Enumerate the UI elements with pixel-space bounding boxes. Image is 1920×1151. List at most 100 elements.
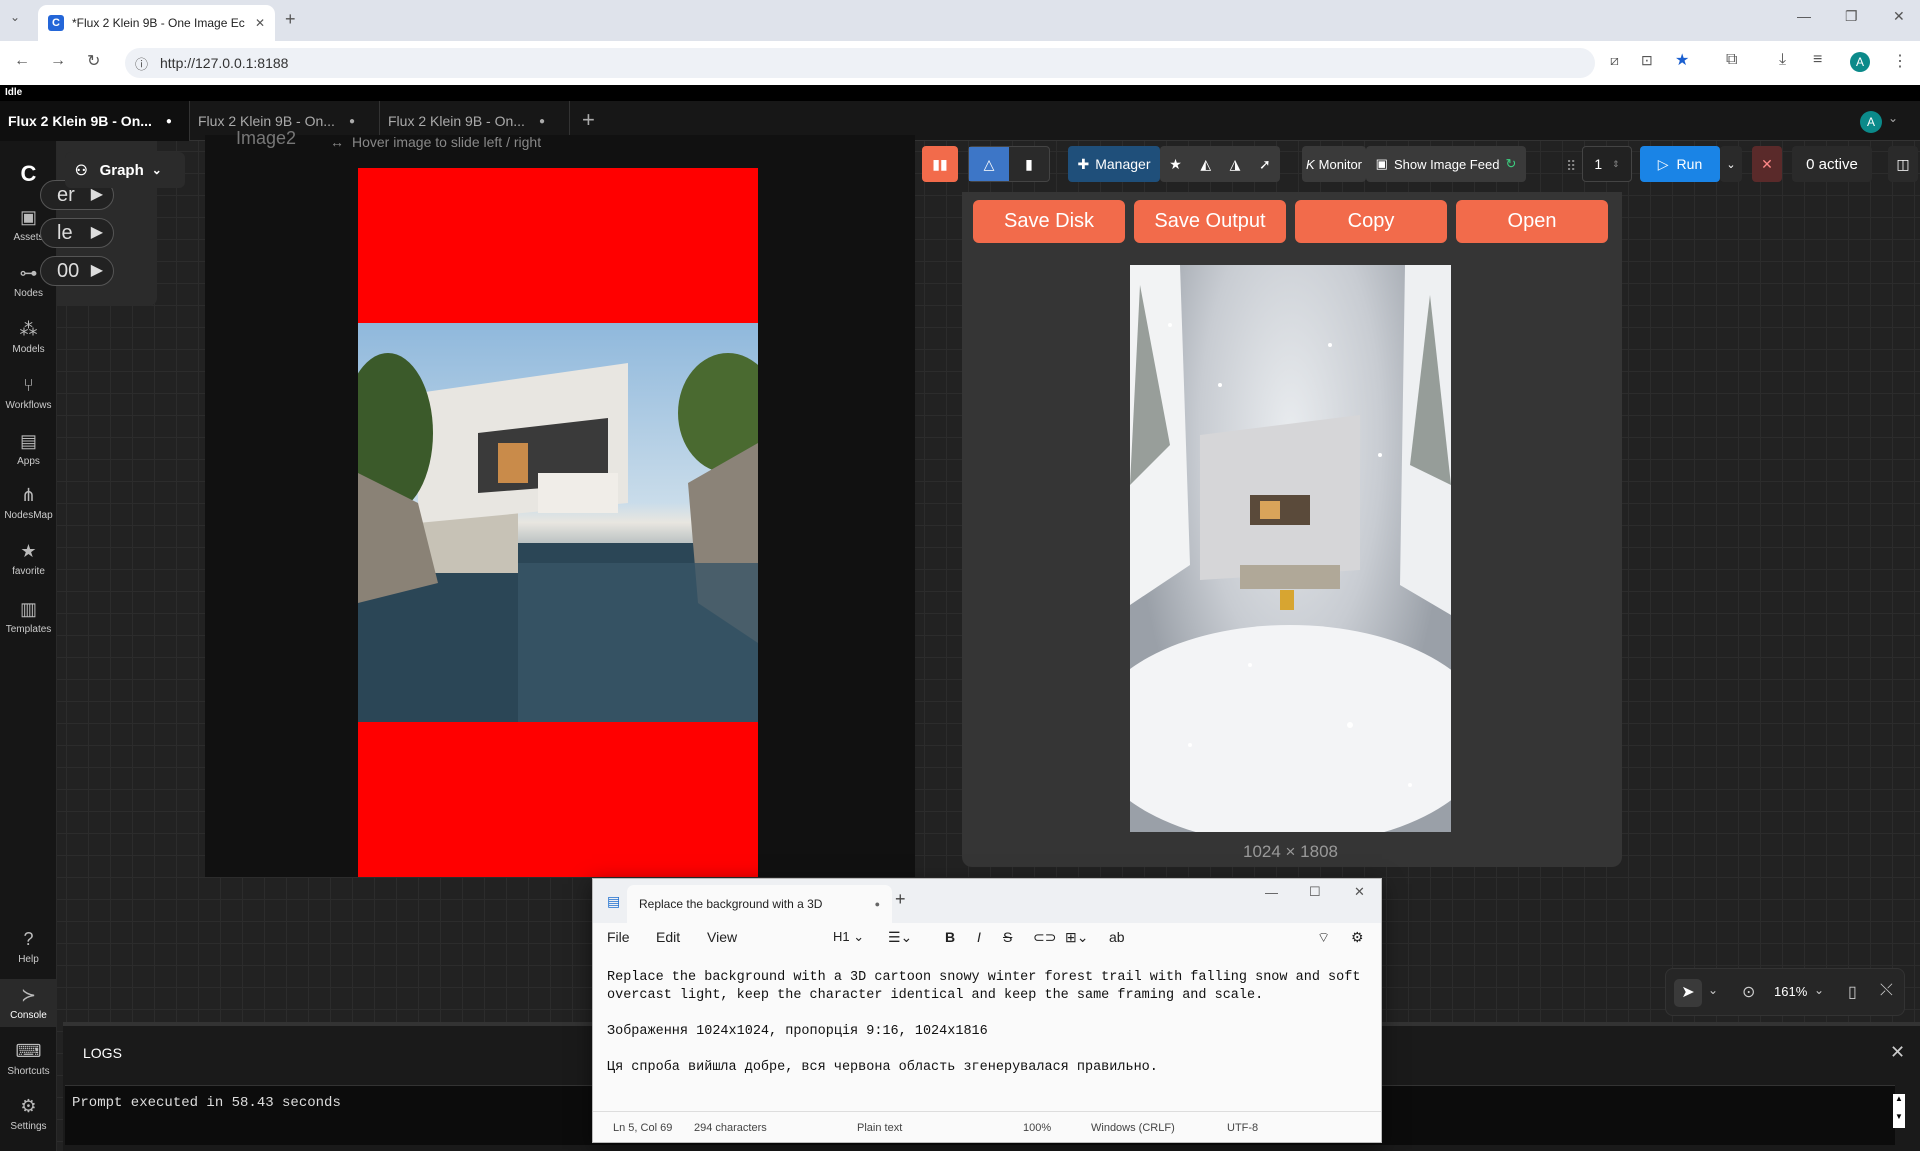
table-icon[interactable]: ⊞⌄ bbox=[1065, 929, 1088, 946]
notepad-tabbar: ▤ Replace the background with a 3D ● + —… bbox=[593, 879, 1381, 923]
logs-title: LOGS bbox=[83, 1045, 122, 1061]
sidebar-item-apps[interactable]: ▤ Apps bbox=[0, 431, 57, 467]
notepad-text-area[interactable]: Replace the background with a 3D cartoon… bbox=[607, 969, 1367, 1077]
close-logs-icon[interactable]: ✕ bbox=[1890, 1042, 1905, 1063]
back-icon[interactable]: ← bbox=[14, 52, 30, 70]
share-icon[interactable]: ➚ bbox=[1259, 156, 1271, 173]
cast-icon[interactable]: ⧄ bbox=[1610, 52, 1619, 69]
play-icon: ▶ bbox=[90, 262, 103, 279]
open-button[interactable]: Open bbox=[1456, 200, 1608, 243]
sidebar-item-shortcuts[interactable]: ⌨ Shortcuts bbox=[0, 1041, 57, 1077]
run-options-chevron-icon[interactable]: ⌄ bbox=[1720, 146, 1742, 182]
sidebar-item-workflows[interactable]: ⑂ Workflows bbox=[0, 375, 57, 411]
sidebar-item-settings[interactable]: ⚙ Settings bbox=[0, 1096, 57, 1132]
sidebar-item-nodesmap[interactable]: ⋔ NodesMap bbox=[0, 485, 57, 521]
drag-handle-icon[interactable]: ⠿ bbox=[1566, 158, 1576, 175]
minimize-icon[interactable]: — bbox=[1797, 8, 1811, 24]
queue-count-input[interactable]: 1 ⇕ bbox=[1582, 146, 1632, 182]
sidebar-item-console[interactable]: ≻ Console bbox=[0, 979, 57, 1027]
zoom-level[interactable]: 100% bbox=[1023, 1122, 1051, 1134]
browser-tab[interactable]: C *Flux 2 Klein 9B - One Image Ec ✕ bbox=[38, 5, 275, 41]
forward-icon[interactable]: → bbox=[50, 52, 66, 70]
media-icon[interactable]: ≡ bbox=[1813, 51, 1822, 69]
site-info-icon[interactable]: ⓘ bbox=[135, 54, 148, 73]
reload-icon[interactable]: ↻ bbox=[87, 51, 100, 71]
address-bar[interactable]: ⓘ http://127.0.0.1:8188 bbox=[125, 48, 1595, 78]
user-avatar[interactable]: A bbox=[1860, 111, 1882, 133]
maximize-icon[interactable]: ☐ bbox=[1309, 884, 1321, 900]
install-icon[interactable]: ⊡ bbox=[1641, 52, 1653, 69]
sidebar-item-help[interactable]: ? Help bbox=[0, 929, 57, 965]
manager-tools: ★ ◭ ◮ ➚ bbox=[1160, 146, 1280, 182]
close-tab-icon[interactable]: ✕ bbox=[255, 16, 265, 30]
save-disk-button[interactable]: Save Disk bbox=[973, 200, 1125, 243]
minimap-icon[interactable]: ▯ bbox=[1848, 982, 1857, 1002]
comfy-menu-button[interactable]: ▮▮ bbox=[922, 146, 958, 182]
download-icon[interactable]: ⤓ bbox=[1779, 51, 1786, 69]
list-icon[interactable]: ☰⌄ bbox=[888, 929, 912, 946]
copy-button[interactable]: Copy bbox=[1295, 200, 1447, 243]
active-queue-indicator[interactable]: 0 active bbox=[1792, 146, 1872, 182]
sidebar-item-templates[interactable]: ▥ Templates bbox=[0, 599, 57, 635]
stepper-icon[interactable]: ⇕ bbox=[1612, 159, 1620, 170]
profile-avatar[interactable]: A bbox=[1850, 52, 1870, 72]
log-scrollbar[interactable]: ▲ ▼ bbox=[1893, 1094, 1905, 1128]
bookmark-icon[interactable]: ▮ bbox=[1009, 156, 1049, 173]
generated-image[interactable] bbox=[1130, 265, 1451, 832]
bold-icon[interactable]: B bbox=[945, 929, 955, 945]
new-workflow-icon[interactable]: + bbox=[582, 107, 595, 133]
minimize-icon[interactable]: — bbox=[1265, 885, 1278, 900]
new-tab-icon[interactable]: + bbox=[285, 9, 296, 30]
keyboard-icon: ⌨ bbox=[15, 1041, 42, 1061]
cancel-run-button[interactable]: ✕ bbox=[1752, 146, 1782, 182]
workflow-tab[interactable]: Flux 2 Klein 9B - On... ● bbox=[0, 101, 190, 141]
source-image[interactable] bbox=[358, 323, 758, 722]
heading-select[interactable]: H1 ⌄ bbox=[833, 929, 864, 945]
bookmark-star-icon[interactable]: ★ bbox=[1675, 50, 1689, 70]
italic-icon[interactable]: I bbox=[977, 929, 981, 945]
sidebar-item-favorite[interactable]: ★ favorite bbox=[0, 541, 57, 577]
line-ending[interactable]: Windows (CRLF) bbox=[1091, 1122, 1175, 1134]
strikethrough-icon[interactable]: S bbox=[1003, 929, 1012, 945]
run-button[interactable]: ▷ Run bbox=[1640, 146, 1720, 182]
select-tool-icon[interactable]: ➤ bbox=[1674, 979, 1702, 1007]
window-close-icon[interactable]: ✕ bbox=[1893, 8, 1905, 25]
zoom-chevron-icon[interactable]: ⌄ bbox=[1814, 983, 1824, 997]
link-icon[interactable]: ⊂⊃ bbox=[1033, 929, 1056, 946]
widget-pill[interactable]: 00 ▶ bbox=[40, 256, 114, 286]
hide-links-icon[interactable]: ⤬ bbox=[1880, 982, 1893, 1000]
restore-icon[interactable]: ❐ bbox=[1845, 8, 1858, 25]
toggle-panel-icon[interactable]: ◫ bbox=[1888, 146, 1918, 182]
model-b-icon[interactable]: ◮ bbox=[1230, 156, 1241, 173]
menu-kebab-icon[interactable]: ⋮ bbox=[1892, 51, 1908, 71]
extensions-icon[interactable]: ⧉ bbox=[1726, 51, 1737, 69]
tool-chevron-icon[interactable]: ⌄ bbox=[1708, 983, 1718, 997]
manager-button[interactable]: ✚ Manager bbox=[1068, 146, 1160, 182]
graph-mode-button[interactable]: ⚇ Graph ⌄ bbox=[65, 152, 185, 188]
new-tab-icon[interactable]: + bbox=[895, 889, 906, 910]
fit-view-icon[interactable]: ⊙ bbox=[1742, 982, 1755, 1002]
show-image-feed-button[interactable]: ▣ Show Image Feed ↻ bbox=[1366, 146, 1526, 182]
menu-view[interactable]: View bbox=[707, 929, 737, 945]
sidebar-item-models[interactable]: ⁂ Models bbox=[0, 319, 57, 355]
monitor-button[interactable]: K Monitor bbox=[1302, 146, 1366, 182]
close-icon[interactable]: ✕ bbox=[1354, 884, 1365, 900]
notepad-tab[interactable]: Replace the background with a 3D ● bbox=[627, 885, 892, 923]
encoding[interactable]: UTF-8 bbox=[1227, 1122, 1258, 1134]
text-format[interactable]: Plain text bbox=[857, 1122, 902, 1134]
menu-file[interactable]: File bbox=[607, 929, 630, 945]
user-menu-chevron-icon[interactable]: ⌄ bbox=[1888, 111, 1898, 125]
tab-search-icon[interactable]: ⌄ bbox=[10, 10, 20, 24]
model-a-icon[interactable]: ◭ bbox=[1200, 156, 1211, 173]
widget-pill[interactable]: le ▶ bbox=[40, 218, 114, 248]
apps-icon: ▤ bbox=[19, 431, 37, 451]
spellcheck-icon[interactable]: ab bbox=[1109, 929, 1125, 945]
settings-gear-icon[interactable]: ⚙ bbox=[1351, 929, 1364, 946]
zoom-level[interactable]: 161% bbox=[1774, 984, 1807, 999]
notepad-window[interactable]: ▤ Replace the background with a 3D ● + —… bbox=[592, 878, 1382, 1143]
save-output-button[interactable]: Save Output bbox=[1134, 200, 1286, 243]
star-icon[interactable]: ★ bbox=[1169, 156, 1182, 173]
menu-edit[interactable]: Edit bbox=[656, 929, 680, 945]
triangle-logo-icon[interactable]: △ bbox=[969, 147, 1009, 181]
copilot-icon[interactable]: ⌔ bbox=[1317, 929, 1330, 947]
